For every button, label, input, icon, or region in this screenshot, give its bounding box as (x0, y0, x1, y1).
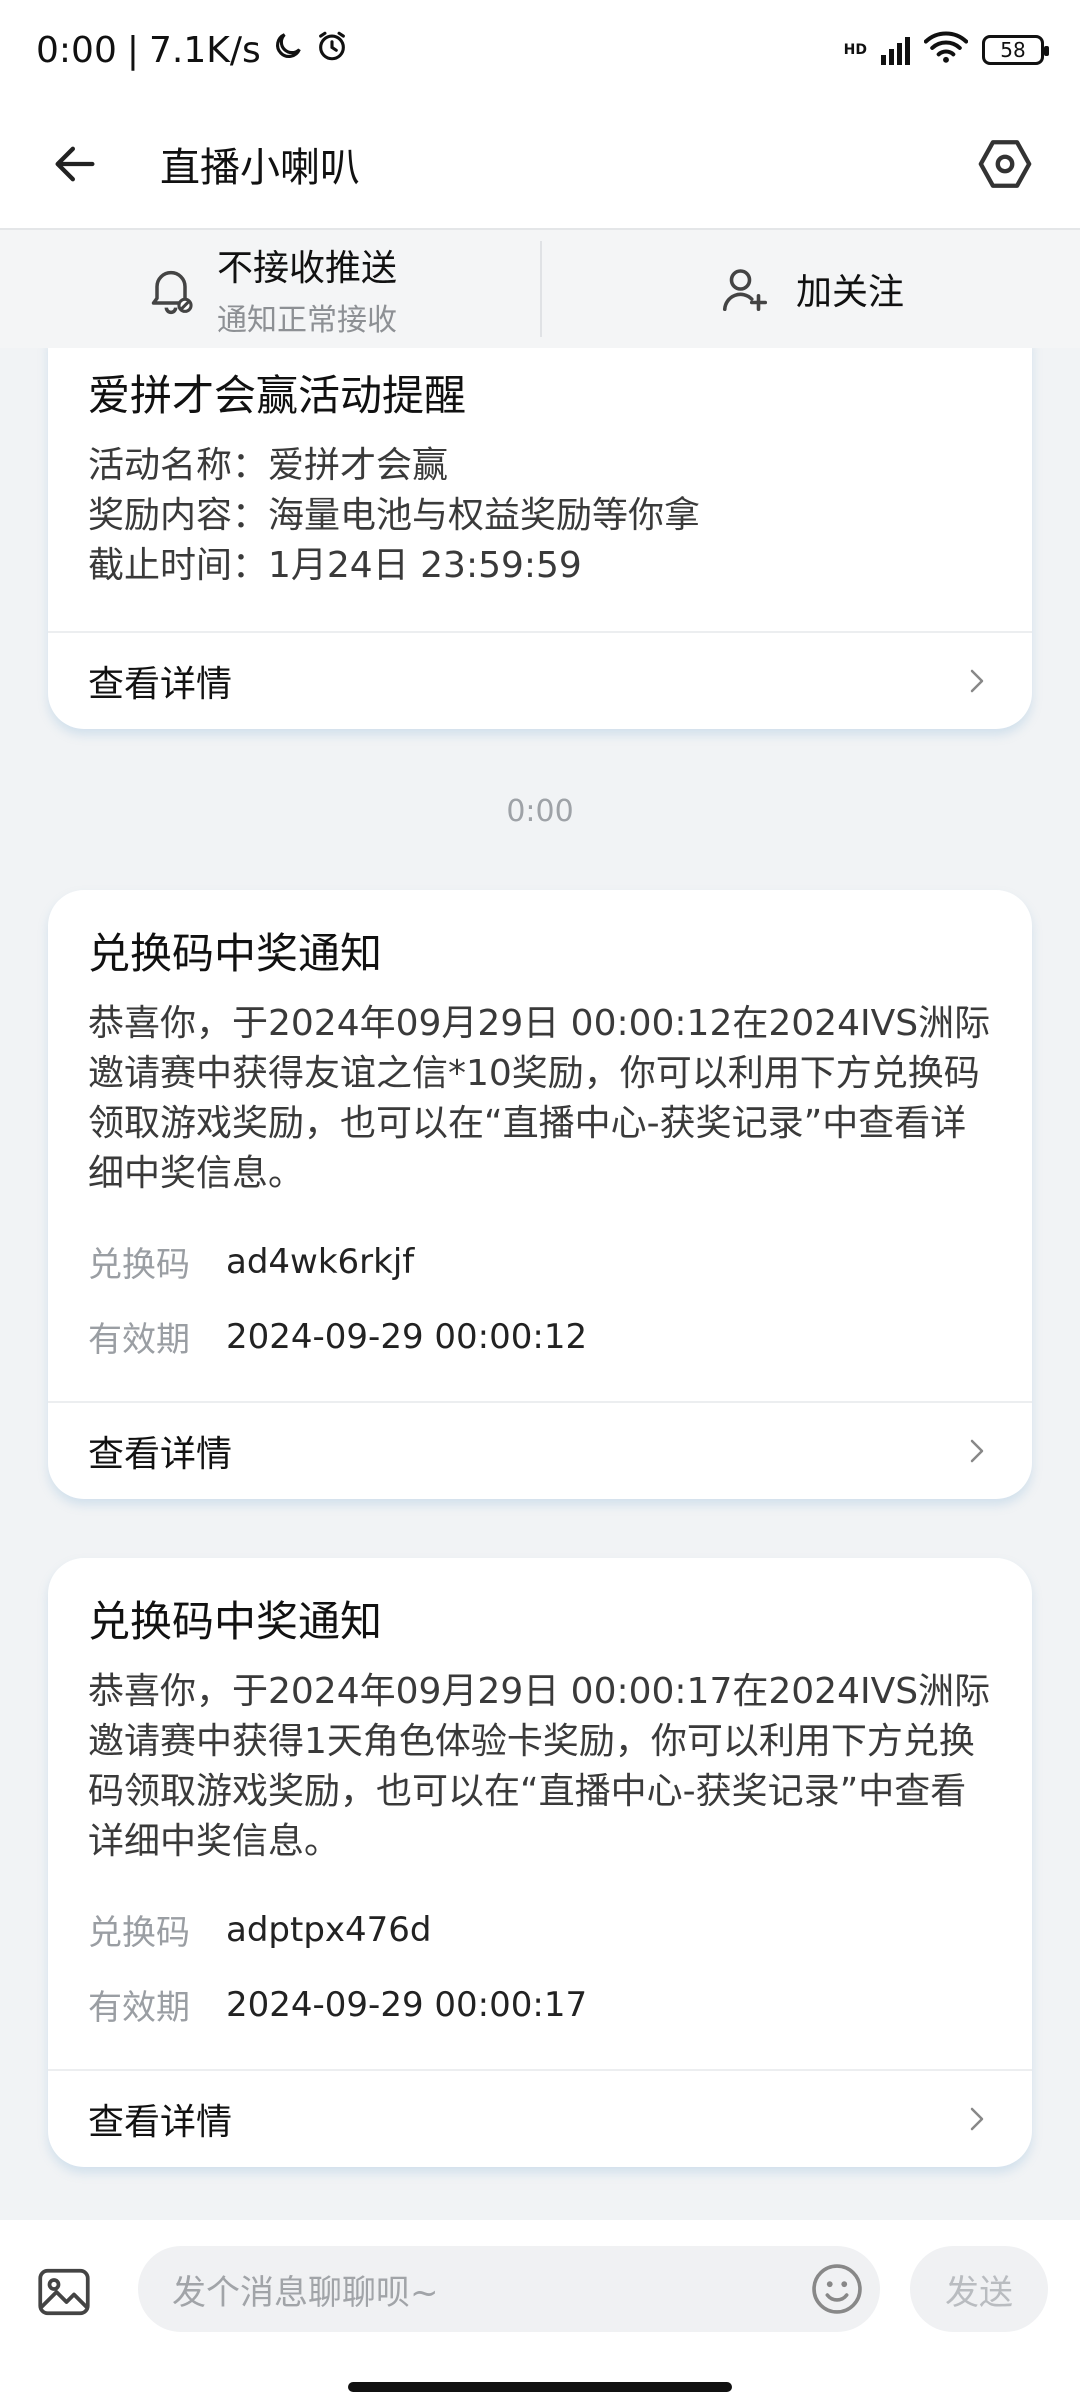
add-user-icon (722, 269, 768, 312)
redeem-code-row: 兑换码 ad4wk6rkjf (88, 1237, 992, 1286)
status-time: 0:00 (36, 29, 117, 71)
message-input[interactable]: 发个消息聊聊呗~ (138, 2246, 880, 2332)
push-setting-button[interactable]: 不接收推送 通知正常接收 (0, 239, 540, 339)
validity-value: 2024-09-29 00:00:12 (226, 1316, 588, 1357)
message-timestamp: 0:00 (506, 794, 574, 829)
settings-button[interactable] (970, 129, 1040, 199)
activity-name: 活动名称：爱拼才会赢 (88, 445, 449, 486)
card-title: 爱拼才会赢活动提醒 (88, 371, 467, 420)
page-title: 直播小喇叭 (160, 145, 360, 191)
status-bar: 0:00 | 7.1K/s HD 58 (0, 0, 1080, 100)
battery-icon: 58 (982, 35, 1049, 65)
message-composer: 发个消息聊聊呗~ 发送 (0, 2220, 1080, 2401)
card-text-line: 码领取游戏奖励，也可以在“直播中心-获奖记录”中查看 (88, 1771, 967, 1812)
moon-icon (271, 29, 305, 72)
send-button[interactable]: 发送 (910, 2246, 1048, 2332)
redeem-code-label: 兑换码 (88, 1245, 190, 1285)
bell-muted-icon (151, 270, 193, 315)
card-text-line: 领取游戏奖励，也可以在“直播中心-获奖记录”中查看详 (88, 1103, 967, 1144)
hd-label: HD (843, 42, 867, 58)
top-bar: 直播小喇叭 (0, 100, 1080, 228)
card-text-line: 详细中奖信息。 (88, 1821, 341, 1862)
battery-level: 58 (1000, 38, 1026, 62)
view-details-label: 查看详情 (88, 1434, 233, 1475)
chevron-right-icon (970, 2107, 984, 2131)
activity-reminder-card: 爱拼才会赢活动提醒 活动名称：爱拼才会赢 奖励内容：海量电池与权益奖励等你拿 截… (48, 348, 1032, 729)
signal-icon (881, 35, 910, 65)
card-text-line: 恭喜你，于2024年09月29日 00:00:12在2024IVS洲际 (88, 1003, 991, 1044)
status-net-speed: 7.1K/s (148, 29, 261, 71)
push-setting-label: 不接收推送 (216, 248, 397, 289)
validity-label: 有效期 (88, 1320, 190, 1360)
arrow-left-icon (55, 146, 95, 182)
wifi-icon (923, 30, 969, 71)
back-button[interactable] (40, 129, 110, 199)
status-separator: | (126, 29, 139, 71)
image-picker-button[interactable] (34, 2262, 94, 2322)
view-details-button[interactable]: 查看详情 (48, 1401, 1032, 1499)
card-text-line: 邀请赛中获得友谊之信*10奖励，你可以利用下方兑换码 (88, 1053, 980, 1094)
chevron-right-icon (970, 669, 984, 693)
view-details-button[interactable]: 查看详情 (48, 631, 1032, 729)
settings-hexagon-icon (978, 140, 1032, 188)
home-indicator[interactable] (348, 2382, 732, 2392)
validity-label: 有效期 (88, 1988, 190, 2028)
redeem-code-card: 兑换码中奖通知 恭喜你，于2024年09月29日 00:00:12在2024IV… (48, 890, 1032, 1499)
message-feed[interactable]: 爱拼才会赢活动提醒 活动名称：爱拼才会赢 奖励内容：海量电池与权益奖励等你拿 截… (0, 348, 1080, 2220)
validity-value: 2024-09-29 00:00:17 (226, 1984, 588, 2025)
alarm-icon (315, 29, 349, 72)
emoji-button[interactable] (808, 2260, 866, 2318)
redeem-code-row: 兑换码 adptpx476d (88, 1905, 992, 1954)
redeem-code-value[interactable]: ad4wk6rkjf (226, 1242, 414, 1282)
redeem-code-label: 兑换码 (88, 1913, 190, 1953)
view-details-button[interactable]: 查看详情 (48, 2069, 1032, 2167)
image-icon (38, 2268, 90, 2316)
card-text-line: 邀请赛中获得1天角色体验卡奖励，你可以利用下方兑换 (88, 1721, 975, 1762)
view-details-label: 查看详情 (88, 664, 233, 705)
card-text-line: 细中奖信息。 (88, 1153, 305, 1194)
follow-button[interactable]: 加关注 (542, 262, 1080, 316)
deadline: 截止时间：1月24日 23:59:59 (88, 545, 582, 586)
status-left: 0:00 | 7.1K/s (36, 29, 349, 72)
chevron-right-icon (970, 1439, 984, 1463)
status-right: HD 58 (843, 30, 1049, 71)
reward-content: 奖励内容：海量电池与权益奖励等你拿 (88, 495, 701, 536)
redeem-code-value[interactable]: adptpx476d (226, 1910, 432, 1950)
push-setting-text: 不接收推送 通知正常接收 (217, 239, 397, 339)
push-setting-status: 通知正常接收 (216, 303, 397, 338)
view-details-label: 查看详情 (88, 2102, 233, 2143)
card-text-line: 恭喜你，于2024年09月29日 00:00:17在2024IVS洲际 (88, 1671, 991, 1712)
subscription-bar: 不接收推送 通知正常接收 加关注 (0, 228, 1080, 348)
validity-row: 有效期 2024-09-29 00:00:17 (88, 1980, 992, 2029)
validity-row: 有效期 2024-09-29 00:00:12 (88, 1312, 992, 1361)
emoji-icon (812, 2264, 862, 2314)
redeem-code-card: 兑换码中奖通知 恭喜你，于2024年09月29日 00:00:17在2024IV… (48, 1558, 1032, 2167)
card-title: 兑换码中奖通知 (88, 929, 383, 978)
card-title: 兑换码中奖通知 (88, 1597, 383, 1646)
follow-label: 加关注 (795, 272, 904, 313)
